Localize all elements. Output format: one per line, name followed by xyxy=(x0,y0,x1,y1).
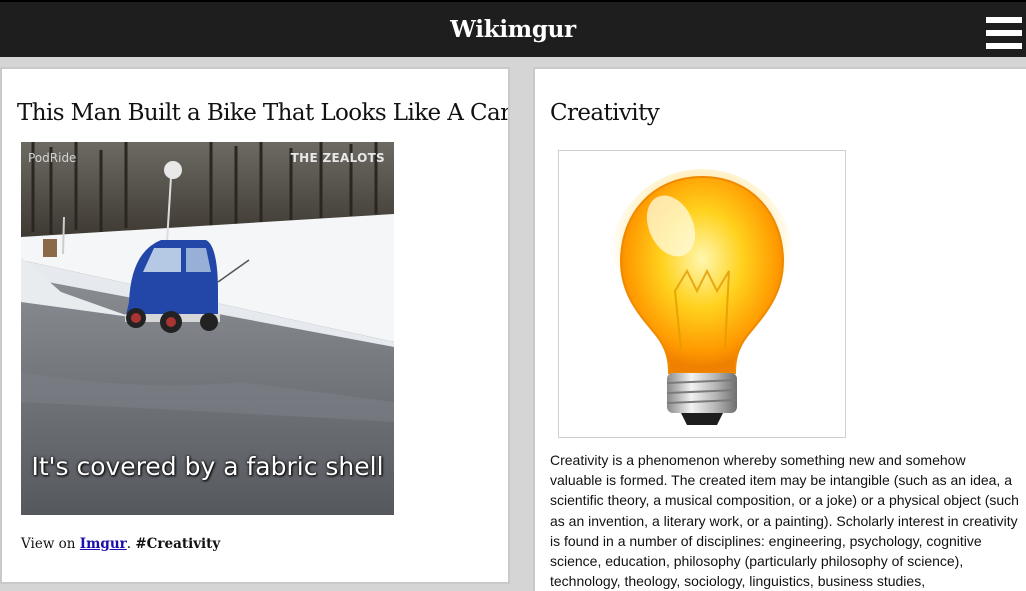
wiki-description: Creativity is a phenomenon whereby somet… xyxy=(550,452,1019,590)
tag-creativity[interactable]: #Creativity xyxy=(135,536,220,552)
wiki-card-creativity: Creativity Creativity is a phenomenon wh… xyxy=(533,67,1026,591)
wiki-title[interactable]: Creativity xyxy=(550,100,660,126)
gif-watermark-left: PodRide xyxy=(28,151,77,165)
lightbulb-image[interactable] xyxy=(558,150,846,438)
imgur-link[interactable]: Imgur xyxy=(80,536,127,552)
post-card-bike-car: This Man Built a Bike That Looks Like A … xyxy=(0,67,510,584)
post-title[interactable]: This Man Built a Bike That Looks Like A … xyxy=(17,100,508,126)
site-title[interactable]: Wikimgur xyxy=(0,16,1026,43)
lightbulb-icon xyxy=(610,169,794,425)
top-bar: Wikimgur xyxy=(0,0,1026,57)
gif-caption: It's covered by a fabric shell xyxy=(31,452,384,481)
post-footer: View on Imgur. #Creativity xyxy=(21,536,220,552)
post-gif[interactable]: PodRide THE ZEALOTS It's covered by a fa… xyxy=(21,142,394,515)
footer-prefix: View on xyxy=(21,536,80,552)
hamburger-menu-icon[interactable] xyxy=(986,17,1022,50)
gif-watermark-right: THE ZEALOTS xyxy=(290,151,385,165)
